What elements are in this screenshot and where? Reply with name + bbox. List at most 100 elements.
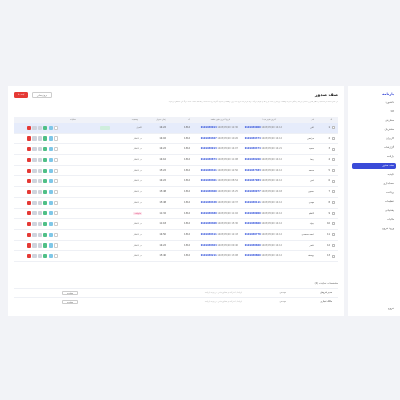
origin-code[interactable]: 0101949000: [245, 126, 261, 129]
row-checkbox[interactable]: [332, 136, 335, 140]
row-checkbox[interactable]: [332, 233, 335, 237]
row-checkbox[interactable]: [332, 179, 335, 183]
origin-code[interactable]: 0101948660: [245, 244, 261, 247]
table-row[interactable]: 9 کاظم 0101948900 1403/05/20 14:12 0101948…: [14, 209, 338, 220]
info-icon[interactable]: [48, 157, 53, 163]
edit-icon[interactable]: [43, 125, 48, 130]
destination-code[interactable]: 0101948448: [201, 201, 217, 204]
row-checkbox[interactable]: [332, 243, 335, 247]
destination-code[interactable]: 0101948489: [201, 212, 217, 215]
more-icon[interactable]: [37, 232, 42, 237]
view-icon[interactable]: [54, 136, 59, 141]
row-checkbox[interactable]: [332, 147, 335, 151]
more-icon[interactable]: [37, 189, 42, 195]
more-icon[interactable]: [37, 136, 42, 141]
row-checkbox[interactable]: [332, 169, 335, 173]
copy-icon[interactable]: [32, 254, 37, 259]
sidebar-item[interactable]: تاییدیه: [354, 172, 395, 178]
view-icon[interactable]: [54, 179, 59, 184]
delete-icon[interactable]: [27, 221, 32, 227]
view-icon[interactable]: [54, 200, 59, 205]
table-row[interactable]: 1 علی 0101949000 1403/05/20 14:12 01019480…: [14, 123, 338, 134]
destination-code[interactable]: 0101948211: [201, 254, 217, 257]
sidebar-item[interactable]: بارنامه: [354, 154, 394, 160]
edit-icon[interactable]: [43, 147, 48, 152]
delete-icon[interactable]: [27, 147, 32, 152]
info-icon[interactable]: [48, 168, 53, 173]
edit-icon[interactable]: [43, 168, 48, 173]
edit-icon[interactable]: [43, 136, 48, 141]
sidebar-logout[interactable]: خروج: [388, 307, 394, 310]
row-checkbox[interactable]: [332, 190, 335, 194]
more-icon[interactable]: [37, 179, 42, 184]
destination-code[interactable]: 0101949467: [201, 137, 217, 140]
origin-code[interactable]: 0101949374: [245, 137, 261, 140]
sidebar-item[interactable]: پشتیبانی: [354, 208, 394, 214]
more-icon[interactable]: [37, 147, 42, 152]
view-icon[interactable]: [54, 168, 59, 173]
copy-icon[interactable]: [32, 200, 37, 205]
edit-icon[interactable]: [43, 179, 48, 184]
info-icon[interactable]: [48, 232, 53, 237]
more-icon[interactable]: [37, 243, 42, 248]
info-icon[interactable]: [48, 243, 53, 248]
view-icon[interactable]: [54, 125, 59, 130]
origin-code[interactable]: 0101948778: [245, 233, 261, 236]
copy-icon[interactable]: [32, 157, 37, 163]
info-icon[interactable]: [48, 189, 53, 195]
delete-icon[interactable]: [27, 168, 32, 173]
origin-code[interactable]: 0101948800: [245, 254, 261, 257]
more-icon[interactable]: [37, 221, 42, 227]
table-row[interactable]: 3 سعید 0101948474 1403/05/20 14:21 0101948…: [14, 144, 338, 156]
origin-code[interactable]: 0101948900: [245, 212, 261, 215]
delete-icon[interactable]: [27, 136, 32, 141]
view-icon[interactable]: [54, 221, 59, 227]
table-row[interactable]: 4 رضا 0101948200 1403/05/20 14:12 01019488…: [14, 155, 338, 166]
table-row[interactable]: 7 حسین 0101948977 1403/05/20 14:18 0101948…: [14, 187, 338, 198]
destination-code[interactable]: 0101948913: [201, 147, 217, 150]
sidebar-item[interactable]: مالیات: [354, 217, 394, 223]
sidebar-item[interactable]: کالا: [354, 109, 394, 115]
origin-code[interactable]: 0101947383: [245, 169, 261, 172]
delete-icon[interactable]: [27, 157, 32, 163]
sidebar-item[interactable]: گزارشات: [354, 145, 394, 151]
origin-code[interactable]: 0101948600: [245, 222, 261, 225]
edit-icon[interactable]: [43, 200, 48, 205]
destination-code[interactable]: 0101948421: [201, 169, 217, 172]
table-row[interactable]: 10 جواد 0101948600 1403/05/20 14:12 010194…: [14, 219, 338, 230]
row-checkbox[interactable]: [332, 222, 335, 226]
destination-code[interactable]: 0101948408: [201, 222, 217, 225]
refresh-button[interactable]: بروزرسانی: [32, 92, 52, 98]
copy-icon[interactable]: [32, 211, 37, 216]
view-icon[interactable]: [54, 254, 59, 259]
delete-icon[interactable]: [27, 211, 32, 216]
copy-icon[interactable]: [32, 221, 37, 227]
info-icon[interactable]: [48, 147, 53, 152]
origin-code[interactable]: 0101948111: [245, 201, 261, 204]
delete-icon[interactable]: [27, 243, 32, 248]
copy-icon[interactable]: [32, 168, 37, 173]
info-icon[interactable]: [48, 211, 53, 216]
issue-button[interactable]: + ثبت: [14, 92, 28, 98]
copy-icon[interactable]: [32, 243, 37, 248]
edit-icon[interactable]: [43, 189, 48, 195]
more-icon[interactable]: [37, 211, 42, 216]
edit-icon[interactable]: [43, 243, 48, 248]
info-icon[interactable]: [48, 221, 53, 227]
table-row[interactable]: 12 ناصر 0101948660 1403/05/20 14:12 010194…: [14, 241, 338, 252]
origin-code[interactable]: 0101948474: [245, 147, 261, 150]
copy-icon[interactable]: [32, 136, 37, 141]
destination-code[interactable]: 0101948404: [201, 244, 217, 247]
sidebar-item[interactable]: مشتریان: [354, 127, 394, 133]
info-icon[interactable]: [48, 125, 53, 130]
table-row[interactable]: 2 مرتضی 0101949374 1403/05/20 14:12 010194…: [14, 134, 338, 145]
delete-icon[interactable]: [27, 232, 32, 237]
view-icon[interactable]: [54, 147, 59, 152]
section-view-button[interactable]: مشاهده: [62, 300, 78, 305]
view-icon[interactable]: [54, 189, 59, 195]
origin-code[interactable]: 0101948200: [245, 158, 261, 161]
table-row[interactable]: 5 محمد 0101947383 1403/05/20 14:12 0101948…: [14, 166, 338, 177]
more-icon[interactable]: [37, 157, 42, 163]
row-checkbox[interactable]: [332, 201, 335, 205]
origin-code[interactable]: 0101947984: [245, 179, 261, 182]
